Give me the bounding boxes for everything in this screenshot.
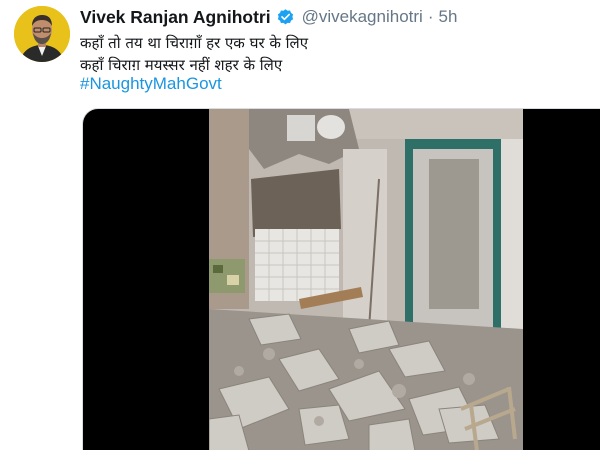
- user-handle[interactable]: @vivekagnihotri: [302, 7, 423, 27]
- tweet-header: Vivek Ranjan Agnihotri @vivekagnihotri ·…: [80, 5, 457, 29]
- separator-dot: ·: [427, 7, 434, 26]
- avatar-portrait: [14, 6, 70, 62]
- timestamp[interactable]: 5h: [438, 7, 457, 27]
- hashtag-link[interactable]: #NaughtyMahGovt: [80, 74, 222, 94]
- display-name[interactable]: Vivek Ranjan Agnihotri: [80, 7, 271, 28]
- tweet-text-line-2: कहाँ चिराग़ मयस्सर नहीं शहर के लिए: [80, 56, 283, 74]
- verified-badge-icon: [276, 8, 295, 27]
- media-video[interactable]: [82, 108, 600, 450]
- video-frame[interactable]: [209, 109, 523, 450]
- tweet-text-line-1: कहाँ तो तय था चिराग़ाँ हर एक घर के लिए: [80, 34, 308, 52]
- avatar[interactable]: [14, 6, 70, 62]
- tweet-card[interactable]: Vivek Ranjan Agnihotri @vivekagnihotri ·…: [0, 0, 600, 450]
- demolished-room-image: [209, 109, 523, 450]
